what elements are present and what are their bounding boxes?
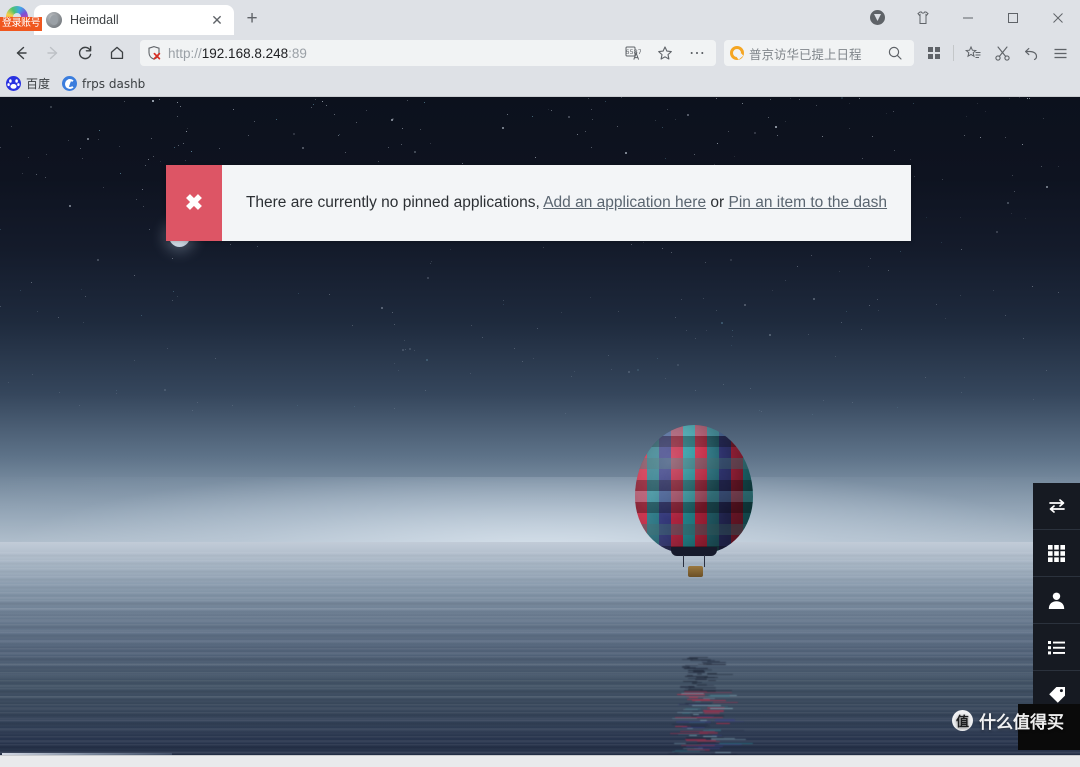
login-account-badge[interactable]: 登录账号 (0, 17, 42, 31)
watermark-text: 什么值得买 (979, 713, 1064, 733)
no-pinned-apps-notice: ✖ There are currently no pinned applicat… (166, 165, 911, 241)
navigation-toolbar: http://192.168.8.248:89 \u6587 ⋯ 普京访华已提上… (0, 35, 1080, 71)
translate-icon[interactable]: \u6587 (620, 40, 646, 66)
grid-apps-icon (1048, 544, 1065, 562)
downloads-button[interactable] (855, 2, 900, 34)
notice-conjunction: or (710, 193, 725, 211)
page-content: ✖ There are currently no pinned applicat… (0, 97, 1080, 755)
tab-title: Heimdall (70, 13, 119, 27)
forward-arrow-icon (47, 46, 58, 60)
url-scheme: http:// (168, 45, 202, 61)
reload-button[interactable] (70, 38, 100, 68)
search-box[interactable]: 普京访华已提上日程 (724, 40, 914, 66)
hot-air-balloon (635, 425, 760, 577)
taskbar-edge (0, 755, 1080, 767)
bookmark-label: frps dashb (82, 76, 146, 91)
page-more-icon[interactable]: ⋯ (684, 40, 710, 66)
download-icon (870, 10, 885, 25)
add-application-link[interactable]: Add an application here (543, 194, 706, 211)
bookmark-label: 百度 (26, 77, 51, 91)
notice-close-button[interactable]: ✖ (166, 165, 222, 241)
insecure-shield-icon[interactable] (146, 45, 162, 61)
so-search-engine-icon (730, 46, 744, 60)
sidebar-item-list[interactable] (1033, 624, 1080, 671)
heimdall-sidebar (1033, 483, 1080, 718)
url-port: :89 (288, 45, 307, 61)
back-arrow-icon (16, 46, 27, 60)
apps-grid-icon[interactable] (920, 39, 948, 67)
user-icon (1048, 592, 1065, 609)
new-tab-button[interactable]: + (238, 5, 266, 33)
notice-text: There are currently no pinned applicatio… (245, 193, 540, 211)
sidebar-item-switch[interactable] (1033, 483, 1080, 530)
tab-strip: 登录账号 Heimdall ✕ + (0, 0, 1080, 35)
address-bar[interactable]: http://192.168.8.248:89 \u6587 ⋯ (140, 40, 716, 66)
tab-heimdall[interactable]: Heimdall ✕ (34, 5, 234, 35)
water-ripples-secondary (0, 597, 1080, 755)
forward-button[interactable] (38, 38, 68, 68)
pin-item-link[interactable]: Pin an item to the dash (729, 194, 888, 211)
browser-tool-icons (920, 39, 1074, 67)
stars-field (0, 97, 1080, 497)
window-controls (855, 0, 1080, 35)
bookmark-baidu[interactable]: 百度 (6, 75, 50, 92)
shirt-icon (916, 11, 929, 24)
bookmark-star-icon[interactable] (652, 40, 678, 66)
bookmarks-bar: 百度 frps dashb (0, 71, 1080, 97)
toolbar-divider (953, 45, 954, 61)
balloon-envelope (635, 425, 753, 553)
exchange-arrows-icon (1048, 499, 1065, 513)
minimize-button[interactable] (945, 2, 990, 34)
search-input[interactable]: 普京访华已提上日程 (749, 44, 877, 63)
notice-message: There are currently no pinned applicatio… (222, 165, 911, 241)
browser-window: 登录账号 Heimdall ✕ + http://192.168.8.248:8… (0, 0, 1080, 767)
undo-icon[interactable] (1017, 39, 1045, 67)
reload-icon (78, 45, 92, 60)
sidebar-item-user[interactable] (1033, 577, 1080, 624)
balloon-reflection (612, 657, 777, 755)
bookmark-frps-dashboard[interactable]: frps dashb (62, 76, 145, 91)
theme-shirt-button[interactable] (900, 2, 945, 34)
watermark: 值 什么值得买 (952, 708, 1064, 733)
home-button[interactable] (102, 38, 132, 68)
baidu-paw-icon (6, 76, 21, 91)
smzdm-logo-icon: 值 (952, 710, 973, 731)
close-button[interactable] (1035, 2, 1080, 34)
sidebar-item-apps[interactable] (1033, 530, 1080, 577)
frps-icon (62, 76, 78, 91)
home-icon (110, 46, 124, 60)
snip-scissors-icon[interactable] (988, 39, 1016, 67)
collections-icon[interactable] (959, 39, 987, 67)
url-host: 192.168.8.248 (201, 45, 289, 61)
tab-close-icon[interactable]: ✕ (208, 11, 226, 29)
list-icon (1048, 640, 1065, 654)
menu-icon[interactable] (1046, 39, 1074, 67)
maximize-button[interactable] (990, 2, 1035, 34)
search-icon[interactable] (882, 40, 908, 66)
url-text[interactable]: http://192.168.8.248:89 (168, 46, 614, 61)
back-button[interactable] (6, 38, 36, 68)
heimdall-favicon-icon (46, 12, 62, 28)
svg-text:\u6587: \u6587 (625, 48, 641, 56)
tag-icon (1048, 686, 1065, 703)
balloon-basket (688, 566, 703, 577)
